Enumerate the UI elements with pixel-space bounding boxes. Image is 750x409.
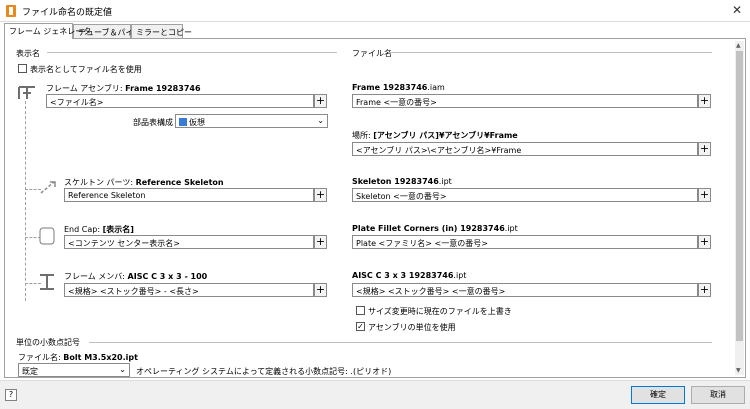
location-preview: [アセンブリ パス]¥アセンブリ¥Frame [373, 131, 518, 140]
cancel-button[interactable]: 取消 [691, 386, 745, 404]
frame-member-label: フレーム メンバ: AISC C 3 x 3 - 100 [64, 271, 207, 282]
end-cap-file-preview: Plate Fillet Corners (in) 19283746.ipt [352, 224, 518, 233]
frame-assembly-label-text: フレーム アセンブリ: [46, 84, 126, 93]
skeleton-file-preview-name: Skeleton 19283746 [352, 177, 439, 186]
decimal-select-value: 既定 [22, 367, 38, 376]
ok-button[interactable]: 確定 [631, 386, 685, 404]
use-assembly-units-label: アセンブリの単位を使用 [368, 323, 456, 332]
decimal-note: オペレーティング システムによって定義される小数点記号: .(ピリオド) [136, 367, 392, 376]
frame-assembly-preview: Frame 19283746 [125, 84, 201, 93]
title-bar: ファイル命名の既定値 ✕ [0, 0, 750, 22]
decimal-file-label: ファイル名: Bolt M3.5x20.ipt [18, 352, 138, 363]
bom-structure-select[interactable]: 仮想 ⌄ [175, 114, 328, 128]
location-label: 場所: [アセンブリ パス]¥アセンブリ¥Frame [352, 130, 518, 141]
frame-member-file-preview: AISC C 3 x 3 19283746.ipt [352, 271, 466, 280]
skeleton-label: スケルトン パーツ: Reference Skeleton [64, 177, 224, 188]
chevron-down-icon: ⌄ [119, 365, 126, 374]
end-cap-file-add-button[interactable]: + [698, 235, 711, 249]
end-cap-icon [39, 227, 55, 245]
frame-file-add-button[interactable]: + [698, 94, 711, 108]
end-cap-file-preview-name: Plate Fillet Corners (in) 19283746 [352, 224, 505, 233]
frame-assembly-icon [18, 86, 35, 99]
use-filename-checkbox[interactable] [18, 64, 27, 73]
tree-line [25, 101, 26, 301]
bom-structure-label: 部品表構成 [133, 118, 173, 127]
vertical-scrollbar[interactable]: ▲ ▼ [735, 41, 744, 375]
frame-member-icon [40, 274, 54, 290]
use-assembly-units-checkbox[interactable]: ✓ [356, 322, 365, 331]
bom-structure-value: 仮想 [189, 118, 205, 127]
decimal-file-label-text: ファイル名: [18, 353, 64, 362]
location-add-button[interactable]: + [698, 142, 711, 156]
frame-member-add-button[interactable]: + [314, 283, 327, 297]
dialog-footer: ? 確定 取消 [0, 380, 750, 409]
file-name-section-title: ファイル名 [352, 49, 392, 58]
use-filename-label: 表示名としてファイル名を使用 [30, 65, 142, 74]
end-cap-label-text: End Cap: [64, 225, 103, 234]
overwrite-on-resize-label: サイズ変更時に現在のファイルを上書き [368, 307, 512, 316]
tab-panel: 表示名 ファイル名 表示名としてファイル名を使用 フレーム アセンブリ: Fra… [4, 38, 746, 378]
end-cap-name-field[interactable]: <コンテンツ センター表示名> [64, 235, 314, 249]
app-icon [6, 5, 16, 17]
end-cap-add-button[interactable]: + [314, 235, 327, 249]
frame-member-file-preview-ext: .ipt [453, 271, 467, 280]
skeleton-file-add-button[interactable]: + [698, 188, 711, 202]
tab-frame-generator[interactable]: フレーム ジェネレータ [4, 23, 91, 39]
frame-assembly-add-button[interactable]: + [314, 94, 327, 108]
window-title: ファイル命名の既定値 [22, 8, 113, 18]
section-divider [89, 342, 712, 343]
skeleton-preview: Reference Skeleton [135, 178, 224, 187]
frame-member-file-preview-name: AISC C 3 x 3 19283746 [352, 271, 454, 280]
skeleton-file-preview: Skeleton 19283746.ipt [352, 177, 452, 186]
section-divider [388, 52, 712, 53]
frame-file-name-field[interactable]: Frame <一意の番号> [352, 94, 698, 108]
decimal-select[interactable]: 既定 ⌄ [18, 363, 130, 377]
scroll-up-icon[interactable]: ▲ [736, 42, 741, 49]
help-icon[interactable]: ? [5, 389, 17, 401]
bom-structure-icon [179, 118, 187, 126]
decimal-file-preview: Bolt M3.5x20.ipt [63, 353, 138, 362]
frame-member-label-text: フレーム メンバ: [64, 272, 128, 281]
frame-file-preview-name: Frame 19283746 [352, 83, 428, 92]
display-name-section-title: 表示名 [16, 49, 40, 58]
end-cap-label: End Cap: [表示名] [64, 224, 134, 235]
frame-member-file-name-field[interactable]: <規格> <ストック番号> <一意の番号> [352, 283, 698, 297]
frame-member-file-add-button[interactable]: + [698, 283, 711, 297]
chevron-down-icon: ⌄ [317, 116, 324, 125]
tab-mirror-copy[interactable]: ミラーとコピー [131, 24, 192, 39]
end-cap-file-name-field[interactable]: Plate <ファミリ名> <一意の番号> [352, 235, 698, 249]
frame-file-preview: Frame 19283746.iam [352, 83, 445, 92]
skeleton-file-preview-ext: .ipt [438, 177, 452, 186]
close-icon[interactable]: ✕ [732, 3, 742, 17]
scrollbar-thumb[interactable] [736, 51, 743, 341]
overwrite-on-resize-checkbox[interactable] [356, 306, 365, 315]
frame-member-name-field[interactable]: <規格> <ストック番号> - <長さ> [64, 283, 314, 297]
end-cap-preview: [表示名] [102, 225, 134, 234]
skeleton-name-field[interactable]: Reference Skeleton [64, 188, 314, 202]
scroll-down-icon[interactable]: ▼ [736, 367, 741, 374]
skeleton-label-text: スケルトン パーツ: [64, 178, 136, 187]
frame-member-preview: AISC C 3 x 3 - 100 [127, 272, 208, 281]
location-label-text: 場所: [352, 131, 374, 140]
frame-file-preview-ext: .iam [427, 83, 445, 92]
location-field[interactable]: <アセンブリ パス>\<アセンブリ名>¥Frame [352, 142, 698, 156]
section-divider [47, 52, 337, 53]
frame-assembly-name-field[interactable]: <ファイル名> [46, 94, 314, 108]
skeleton-file-name-field[interactable]: Skeleton <一意の番号> [352, 188, 698, 202]
decimal-section-title: 単位の小数点記号 [16, 338, 80, 347]
skeleton-icon [40, 181, 56, 194]
end-cap-file-preview-ext: .ipt [504, 224, 518, 233]
skeleton-add-button[interactable]: + [314, 188, 327, 202]
frame-assembly-label: フレーム アセンブリ: Frame 19283746 [46, 83, 201, 94]
